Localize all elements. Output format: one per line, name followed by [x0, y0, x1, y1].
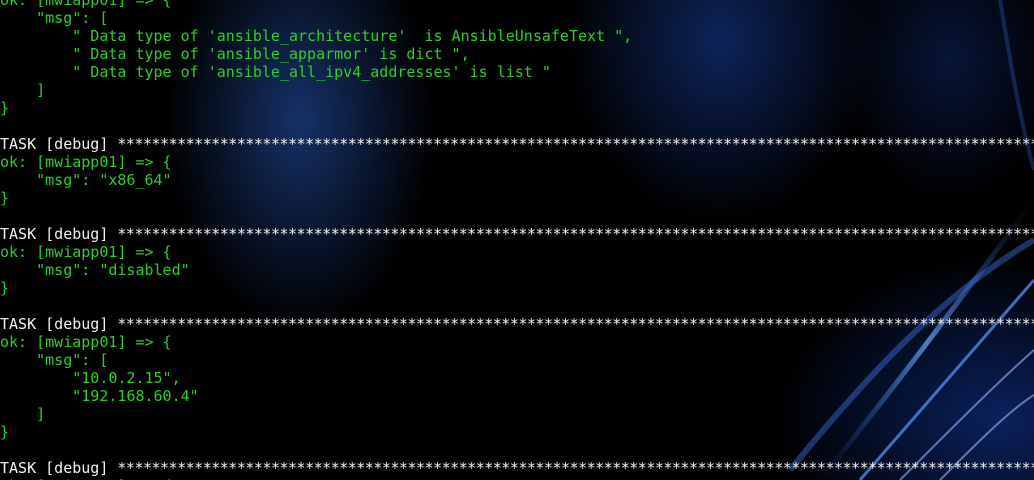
output-line: " Data type of 'ansible_architecture' is…: [0, 27, 633, 45]
output-line: "msg": [: [0, 9, 109, 27]
task-separator: ****************************************…: [117, 315, 1034, 333]
task-label: TASK [debug]: [0, 315, 118, 333]
output-line: "192.168.60.4": [0, 387, 199, 405]
task-header-line: TASK [debug] ***************************…: [0, 135, 1034, 153]
task-header-line: TASK [debug] ***************************…: [0, 459, 1034, 477]
output-line: " Data type of 'ansible_all_ipv4_address…: [0, 63, 551, 81]
output-line: ok: [mwiapp01] => {: [0, 243, 172, 261]
task-header-line: TASK [debug] ***************************…: [0, 225, 1034, 243]
output-line: ok: [mwiapp01] => {: [0, 0, 172, 9]
task-label: TASK [debug]: [0, 459, 118, 477]
task-label: TASK [debug]: [0, 135, 118, 153]
output-line: ok: [mwiapp01] => {: [0, 333, 172, 351]
task-separator: ****************************************…: [117, 225, 1034, 243]
terminal-output: ok: [mwiapp01] => { "msg": [ " Data type…: [0, 0, 1034, 480]
output-line: "msg": "x86_64": [0, 171, 172, 189]
task-label: TASK [debug]: [0, 225, 118, 243]
output-line: }: [0, 279, 10, 297]
output-line: "10.0.2.15",: [0, 369, 181, 387]
task-separator: ****************************************…: [117, 135, 1034, 153]
output-line: }: [0, 423, 10, 441]
task-separator: ****************************************…: [117, 459, 1034, 477]
output-line: " Data type of 'ansible_apparmor' is dic…: [0, 45, 470, 63]
output-line: }: [0, 99, 10, 117]
output-line: ok: [mwiapp01] => {: [0, 153, 172, 171]
output-line: }: [0, 189, 10, 207]
output-line: ]: [0, 81, 46, 99]
output-line: "msg": [: [0, 351, 109, 369]
output-line: "msg": "disabled": [0, 261, 190, 279]
output-line: ]: [0, 405, 46, 423]
terminal-window[interactable]: ok: [mwiapp01] => { "msg": [ " Data type…: [0, 0, 1034, 480]
task-header-line: TASK [debug] ***************************…: [0, 315, 1034, 333]
